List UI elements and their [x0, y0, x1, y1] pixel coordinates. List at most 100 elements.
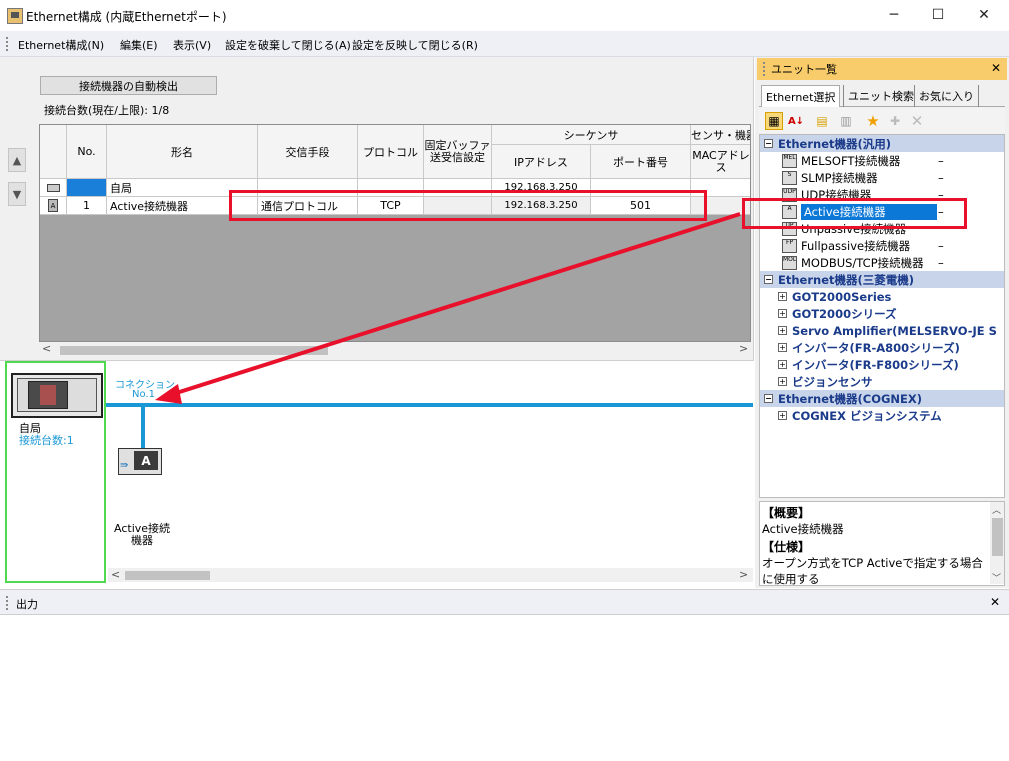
- menu-ethernet-config[interactable]: Ethernet構成(N): [18, 37, 104, 53]
- table-scroll-right[interactable]: >: [739, 342, 748, 355]
- tree-label: インバータ(FR-A800シリーズ): [792, 340, 960, 355]
- header-model: 形名: [107, 125, 258, 179]
- header-protocol: プロトコル: [358, 125, 424, 179]
- header-mac-line2: ス: [715, 160, 727, 174]
- menu-apply-close[interactable]: 設定を反映して閉じる(R): [352, 37, 478, 53]
- header-fixed-buffer: 固定バッファ 送受信設定: [424, 125, 492, 179]
- close-button[interactable]: ✕: [962, 4, 1006, 26]
- desc-spec-text-line2: に使用する: [762, 572, 820, 586]
- header-fixed-buffer-line2: 送受信設定: [430, 150, 485, 164]
- diagram-scroll-thumb[interactable]: [125, 571, 210, 580]
- table-cell-no[interactable]: 1: [67, 197, 107, 215]
- move-up-button[interactable]: ▲: [8, 148, 26, 172]
- unit-list-tabs: Ethernet選択 ユニット検索 お気に入り: [759, 85, 1005, 107]
- tree-subcategory[interactable]: + GOT2000シリーズ: [760, 305, 1004, 322]
- tree-device-item[interactable]: FP Fullpassive接続機器 –: [760, 237, 1004, 254]
- add-favorite-icon[interactable]: ✚: [886, 112, 904, 130]
- unit-list-grip: [763, 62, 765, 76]
- tree-label: SLMP接続機器: [801, 170, 878, 185]
- output-grip: [6, 596, 8, 610]
- desc-summary-text: Active接続機器: [762, 522, 844, 536]
- plc-module-detail: [40, 385, 56, 405]
- tree-label: Ethernet機器(三菱電機): [778, 272, 915, 287]
- device-type-icon: MEL: [782, 153, 797, 168]
- tree-subcategory[interactable]: + GOT2000Series: [760, 288, 1004, 305]
- tree-label: COGNEX ビジョンシステム: [792, 408, 942, 423]
- expand-toggle-icon[interactable]: +: [778, 411, 787, 420]
- favorite-star-icon[interactable]: ★: [864, 112, 882, 130]
- collapse-icon[interactable]: ▤: [813, 112, 831, 130]
- desc-scroll-down[interactable]: ﹀: [992, 571, 1001, 584]
- tree-subcategory[interactable]: + インバータ(FR-F800シリーズ): [760, 356, 1004, 373]
- unit-list-close-icon[interactable]: ✕: [991, 61, 1001, 75]
- output-area[interactable]: [0, 616, 1009, 761]
- output-close-icon[interactable]: ✕: [990, 595, 1000, 609]
- header-mac: MACアドレ ス: [691, 145, 750, 179]
- device-table: No. 形名 交信手段 プロトコル 固定バッファ 送受信設定 シーケンサ センサ…: [39, 124, 751, 342]
- header-icon-col: [40, 125, 67, 179]
- tab-unit-search[interactable]: ユニット検索: [843, 85, 918, 107]
- table-row-icon[interactable]: A: [40, 197, 67, 215]
- diagram-scroll-right[interactable]: >: [739, 568, 748, 581]
- tree-label: インバータ(FR-F800シリーズ): [792, 357, 959, 372]
- expand-toggle-icon[interactable]: +: [778, 343, 787, 352]
- highlight-unit-item: [742, 198, 967, 229]
- tree-subcategory[interactable]: + インバータ(FR-A800シリーズ): [760, 339, 1004, 356]
- table-cell-no[interactable]: [67, 179, 107, 197]
- collapse-toggle-icon[interactable]: −: [764, 139, 773, 148]
- tab-favorites[interactable]: お気に入り: [914, 85, 979, 107]
- tree-category[interactable]: − Ethernet機器(三菱電機): [760, 271, 1004, 288]
- window-title: Ethernet構成 (内蔵Ethernetポート): [26, 10, 227, 24]
- remove-favorite-icon[interactable]: ✕: [908, 112, 926, 130]
- tree-subcategory[interactable]: + Servo Amplifier(MELSERVO-JE S: [760, 322, 1004, 339]
- device-label-line2: 機器: [131, 534, 153, 547]
- unit-tree: − Ethernet機器(汎用) MEL MELSOFT接続機器 – S SLMP接続機器 –…: [759, 134, 1005, 498]
- menu-edit[interactable]: 編集(E): [120, 37, 158, 53]
- minimize-button[interactable]: ─: [872, 4, 916, 26]
- expand-toggle-icon[interactable]: +: [778, 326, 787, 335]
- tree-label: MELSOFT接続機器: [801, 153, 901, 168]
- sort-alpha-icon[interactable]: A↓: [787, 112, 805, 130]
- collapse-toggle-icon[interactable]: −: [764, 275, 773, 284]
- device-arrow-icon: ⇛: [120, 460, 129, 471]
- menu-view[interactable]: 表示(V): [173, 37, 211, 53]
- expand-toggle-icon[interactable]: +: [778, 360, 787, 369]
- diagram-scroll-left[interactable]: <: [111, 568, 120, 581]
- tree-subcategory[interactable]: + COGNEX ビジョンシステム: [760, 407, 1004, 424]
- device-type-icon: MOD: [782, 255, 797, 270]
- expand-icon[interactable]: ▥: [837, 112, 855, 130]
- sort-category-icon[interactable]: ▦: [765, 112, 783, 130]
- menu-bar: Ethernet構成(N) 編集(E) 表示(V) 設定を破棄して閉じる(A) …: [0, 31, 1009, 57]
- expand-toggle-icon[interactable]: +: [778, 377, 787, 386]
- connection-count-label: 接続台数(現在/上限): 1/8: [44, 104, 170, 117]
- menu-discard-close[interactable]: 設定を破棄して閉じる(A): [225, 37, 351, 53]
- expand-toggle-icon[interactable]: +: [778, 292, 787, 301]
- table-scroll-thumb[interactable]: [60, 346, 328, 355]
- device-type-icon: S: [782, 170, 797, 185]
- tree-device-item[interactable]: MEL MELSOFT接続機器 –: [760, 152, 1004, 169]
- tree-device-item[interactable]: MOD MODBUS/TCP接続機器 –: [760, 254, 1004, 271]
- header-sequencer: シーケンサ: [492, 125, 691, 145]
- network-diagram: [0, 360, 754, 588]
- desc-scroll-up[interactable]: ︿: [992, 503, 1001, 516]
- auto-detect-button[interactable]: 接続機器の自動検出: [40, 76, 217, 95]
- tree-category[interactable]: − Ethernet機器(COGNEX): [760, 390, 1004, 407]
- table-row-icon[interactable]: [40, 179, 67, 197]
- device-type-icon: FP: [782, 238, 797, 253]
- tree-device-item[interactable]: S SLMP接続機器 –: [760, 169, 1004, 186]
- tree-subcategory[interactable]: + ビジョンセンサ: [760, 373, 1004, 390]
- unit-list-header: ユニット一覧 ✕: [757, 58, 1007, 80]
- desc-scroll-thumb[interactable]: [992, 518, 1003, 556]
- table-scroll-left[interactable]: <: [42, 342, 51, 355]
- tree-label: ビジョンセンサ: [792, 374, 873, 389]
- header-port: ポート番号: [591, 145, 691, 179]
- tree-item-count: –: [938, 238, 944, 253]
- tab-ethernet-select[interactable]: Ethernet選択: [761, 85, 841, 107]
- expand-toggle-icon[interactable]: +: [778, 309, 787, 318]
- collapse-toggle-icon[interactable]: −: [764, 394, 773, 403]
- tree-category[interactable]: − Ethernet機器(汎用): [760, 135, 1004, 152]
- tree-label: Fullpassive接続機器: [801, 238, 911, 253]
- move-down-button[interactable]: ▼: [8, 182, 26, 206]
- maximize-button[interactable]: ☐: [916, 4, 960, 26]
- device-drop-line: [141, 407, 145, 451]
